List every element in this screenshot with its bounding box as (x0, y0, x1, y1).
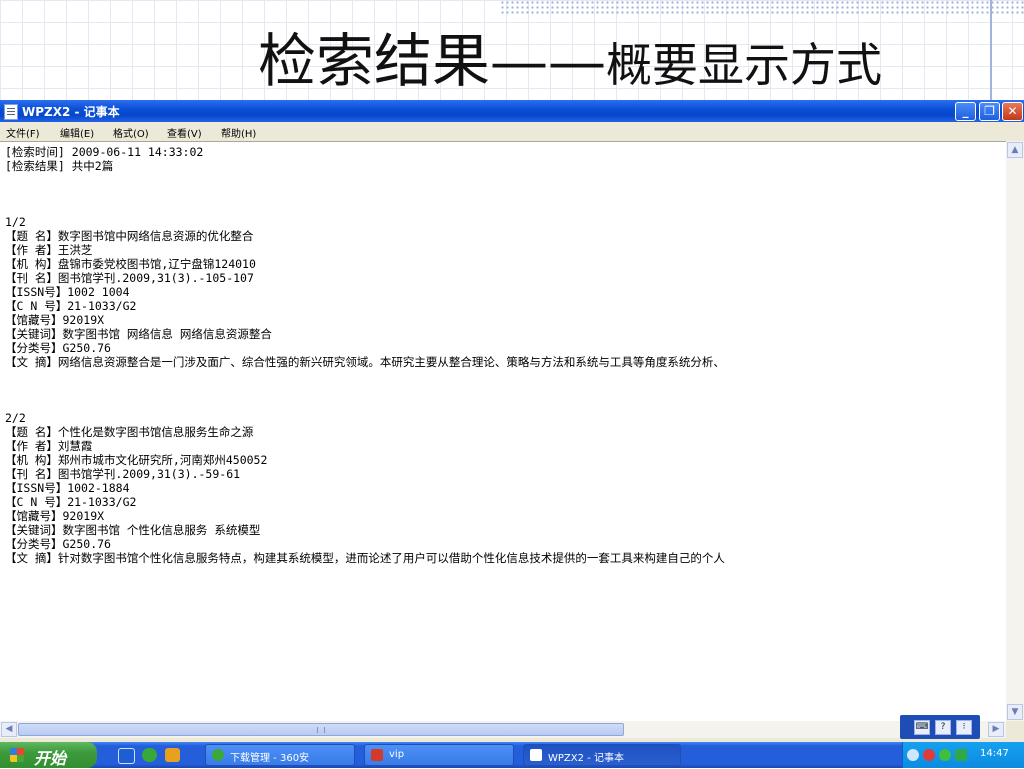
slide-title: 检索结果——概要显示方式 (258, 14, 882, 98)
system-tray: 14:47 (902, 742, 1024, 768)
task-label: WPZX2 - 记事本 (548, 753, 624, 764)
download-manager-icon (212, 749, 224, 761)
text-line: 【作 者】王洪芝 (5, 243, 93, 257)
tray-arrow-icon[interactable] (907, 749, 919, 761)
menu-edit[interactable]: 编辑(E) (60, 125, 94, 140)
clock: 14:47 (980, 748, 1009, 759)
close-button[interactable]: ✕ (1002, 102, 1023, 121)
taskbar: 开始 下载管理 - 360安 vip WPZX2 - 记事本 14:47 (0, 742, 1024, 768)
text-line: 【机 构】盘锦市委党校图书馆,辽宁盘锦124010 (5, 257, 256, 271)
text-line: 【文 摘】针对数字图书馆个性化信息服务特点，构建其系统模型，进而论述了用户可以借… (5, 551, 725, 565)
menu-help[interactable]: 帮助(H) (221, 125, 256, 140)
vip-app-icon (371, 749, 383, 761)
task-notepad[interactable]: WPZX2 - 记事本 (523, 744, 681, 766)
start-label: 开始 (34, 749, 67, 768)
text-line: 【馆藏号】92019X (5, 313, 105, 327)
text-line: 【关键词】数字图书馆 个性化信息服务 系统模型 (5, 523, 261, 537)
menu-bar: 文件(F) 编辑(E) 格式(O) 查看(V) 帮助(H) (0, 122, 1024, 141)
text-line: 【刊 名】图书馆学刊.2009,31(3).-105-107 (5, 271, 254, 285)
menu-format[interactable]: 格式(O) (113, 125, 149, 140)
text-line: [检索结果] 共中2篇 (5, 159, 114, 173)
notepad-task-icon (530, 749, 542, 761)
scroll-left-arrow-icon[interactable]: ◀ (1, 722, 17, 737)
slide-title-sub: 概要显示方式 (606, 38, 883, 92)
text-line: 【ISSN号】1002-1884 (5, 481, 130, 495)
minimize-button[interactable]: _ (955, 102, 976, 121)
slide-title-dash: —— (490, 27, 607, 95)
restore-button[interactable]: ❐ (979, 102, 1000, 121)
start-button[interactable]: 开始 (0, 742, 97, 768)
security-shield-icon[interactable] (955, 749, 967, 761)
text-line: 【ISSN号】1002 1004 (5, 285, 130, 299)
text-line: 1/2 (5, 215, 26, 229)
task-vip[interactable]: vip (364, 744, 514, 766)
browser-quicklaunch-icon[interactable] (142, 748, 157, 762)
text-line: 【C N 号】21-1033/G2 (5, 495, 137, 509)
keyboard-icon[interactable]: ⌨ (914, 720, 930, 735)
qq-icon[interactable] (923, 749, 935, 761)
text-line: 【题 名】个性化是数字图书馆信息服务生命之源 (5, 425, 254, 439)
scroll-up-arrow-icon[interactable]: ▲ (1007, 142, 1023, 158)
text-editor[interactable]: [检索时间] 2009-06-11 14:33:02 [检索结果] 共中2篇 1… (0, 141, 1006, 722)
text-line: 2/2 (5, 411, 26, 425)
horizontal-scrollbar[interactable]: ◀ (0, 721, 1006, 738)
slide-title-main: 检索结果 (258, 27, 491, 95)
options-icon[interactable]: ⁝ (956, 720, 972, 735)
language-bar[interactable]: ⌨ ? ⁝ (900, 715, 980, 739)
help-icon[interactable]: ? (935, 720, 951, 735)
text-line: 【C N 号】21-1033/G2 (5, 299, 137, 313)
text-line: 【关键词】数字图书馆 网络信息 网络信息资源整合 (5, 327, 272, 341)
task-label: 下载管理 - 360安 (230, 753, 310, 764)
text-line: 【机 构】郑州市城市文化研究所,河南郑州450052 (5, 453, 268, 467)
notepad-window: WPZX2 - 记事本 _ ❐ ✕ 文件(F) 编辑(E) 格式(O) 查看(V… (0, 100, 1024, 742)
task-label: vip (389, 749, 405, 760)
notepad-icon[interactable] (4, 104, 18, 120)
slide-background: 检索结果——概要显示方式 (0, 0, 1024, 100)
text-line: 【馆藏号】92019X (5, 509, 105, 523)
slide-divider-line (990, 0, 992, 100)
text-line: 【分类号】G250.76 (5, 341, 111, 355)
menu-file[interactable]: 文件(F) (6, 125, 40, 140)
text-line: [检索时间] 2009-06-11 14:33:02 (5, 145, 204, 159)
text-line: 【作 者】刘慧霞 (5, 439, 93, 453)
vertical-scrollbar[interactable]: ▲ ▼ (1006, 141, 1024, 721)
text-line: 【文 摘】网络信息资源整合是一门涉及面广、综合性强的新兴研究领域。本研究主要从整… (5, 355, 725, 369)
text-line: 【刊 名】图书馆学刊.2009,31(3).-59-61 (5, 467, 241, 481)
window-title: WPZX2 - 记事本 (22, 105, 120, 119)
folder-quicklaunch-icon[interactable] (165, 748, 180, 762)
word-quicklaunch-icon[interactable] (118, 748, 135, 764)
slide-dotted-band (500, 0, 1024, 14)
text-line: 【题 名】数字图书馆中网络信息资源的优化整合 (5, 229, 254, 243)
task-download-manager[interactable]: 下载管理 - 360安 (205, 744, 355, 766)
windows-flag-icon (10, 748, 24, 762)
horizontal-scroll-thumb[interactable] (18, 723, 624, 736)
scroll-down-arrow-icon[interactable]: ▼ (1007, 704, 1023, 720)
360-icon[interactable] (939, 749, 951, 761)
menu-view[interactable]: 查看(V) (167, 125, 202, 140)
window-titlebar[interactable]: WPZX2 - 记事本 _ ❐ ✕ (0, 100, 1024, 122)
text-line: 【分类号】G250.76 (5, 537, 111, 551)
scroll-right-arrow-icon[interactable]: ▶ (988, 722, 1004, 737)
